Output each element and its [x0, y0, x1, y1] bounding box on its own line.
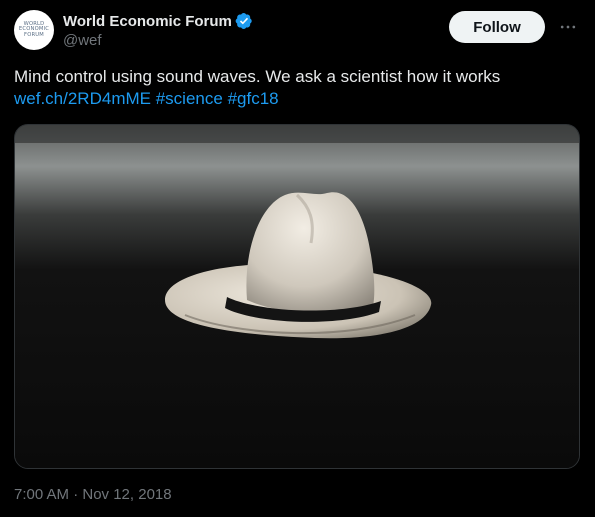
- hashtag-gfc18[interactable]: #gfc18: [228, 89, 279, 108]
- more-options-icon[interactable]: [557, 16, 579, 38]
- hashtag-science[interactable]: #science: [156, 89, 223, 108]
- tweet-header: WORLD ECONOMIC FORUM World Economic Foru…: [14, 10, 579, 50]
- follow-button[interactable]: Follow: [449, 11, 545, 43]
- tweet-body: Mind control using sound waves. We ask a…: [14, 67, 501, 86]
- tweet-timestamp[interactable]: 7:00 AM · Nov 12, 2018: [14, 486, 172, 503]
- avatar[interactable]: WORLD ECONOMIC FORUM: [14, 10, 54, 50]
- tweet-text: Mind control using sound waves. We ask a…: [14, 66, 579, 110]
- photo-of-white-fedora-hat: [15, 125, 579, 468]
- tweet-links: wef.ch/2RD4mME #science #gfc18: [14, 88, 579, 110]
- verified-badge-icon: [235, 12, 253, 30]
- display-name[interactable]: World Economic Forum: [63, 13, 232, 30]
- author-names: World Economic Forum @wef: [63, 11, 253, 49]
- tweet-link[interactable]: wef.ch/2RD4mME: [14, 89, 151, 108]
- handle[interactable]: @wef: [63, 32, 253, 49]
- tweet: WORLD ECONOMIC FORUM World Economic Foru…: [0, 0, 595, 517]
- tweet-media-image[interactable]: [14, 124, 580, 469]
- avatar-line: FORUM: [24, 31, 44, 38]
